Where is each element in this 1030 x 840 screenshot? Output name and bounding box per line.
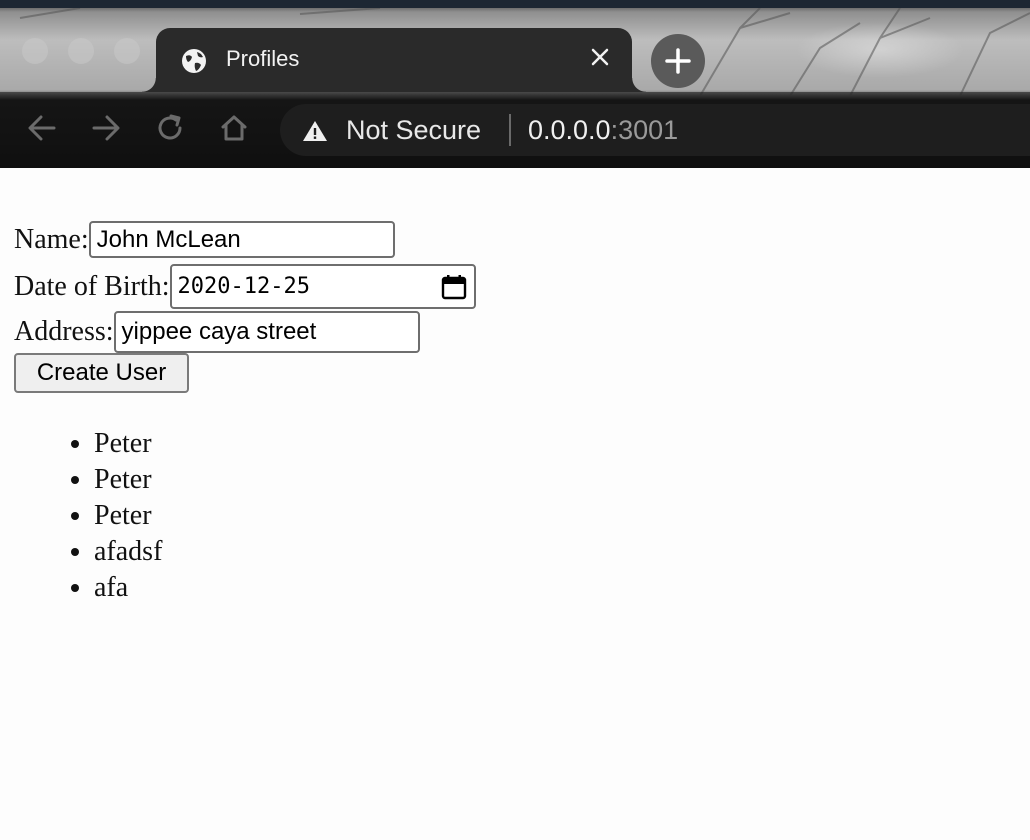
globe-icon: [182, 49, 206, 73]
close-window-dot[interactable]: [22, 38, 48, 64]
user-list: Peter Peter Peter afadsf afa: [0, 426, 162, 606]
address-row: Address: yippee caya street: [14, 311, 420, 353]
menu-bar-strip: [0, 0, 1030, 8]
plus-icon: [665, 48, 691, 74]
dob-input-value: 2020-12-25: [177, 274, 310, 299]
browser-toolbar: Not Secure 0.0.0.0:3001: [0, 92, 1030, 168]
name-input[interactable]: John McLean: [88, 221, 395, 258]
address-divider: [509, 114, 511, 146]
url-port: :3001: [610, 115, 679, 145]
new-tab-button[interactable]: [651, 34, 705, 88]
dob-input[interactable]: 2020-12-25: [169, 264, 476, 309]
user-list-item: afa: [94, 570, 162, 606]
active-tab[interactable]: Profiles: [142, 28, 646, 92]
window-controls: [22, 38, 140, 64]
address-input-value: yippee caya street: [121, 318, 317, 345]
name-row: Name: John McLean: [14, 221, 395, 258]
close-tab-icon[interactable]: [588, 45, 612, 69]
home-icon[interactable]: [216, 110, 252, 146]
user-list-item: Peter: [94, 426, 162, 462]
security-status-label[interactable]: Not Secure: [346, 115, 481, 146]
user-list-item: Peter: [94, 462, 162, 498]
name-label: Name:: [14, 223, 89, 255]
dob-label: Date of Birth:: [14, 270, 170, 302]
tab-title: Profiles: [226, 46, 300, 71]
dob-row: Date of Birth: 2020-12-25: [14, 264, 476, 309]
calendar-icon[interactable]: [440, 273, 468, 301]
user-list-item: Peter: [94, 498, 162, 534]
url-host: 0.0.0.0: [528, 115, 611, 145]
back-arrow-icon[interactable]: [24, 110, 60, 146]
name-input-value: John McLean: [96, 225, 241, 253]
page-content: Name: John McLean Date of Birth: 2020-12…: [0, 168, 1030, 840]
user-list-item: afadsf: [94, 534, 162, 570]
warning-triangle-icon[interactable]: [302, 119, 328, 143]
browser-chrome: Profiles Not Secure 0.0.0.0:3001: [0, 0, 1030, 168]
url-text[interactable]: 0.0.0.0:3001: [528, 115, 678, 146]
create-user-button[interactable]: Create User: [14, 353, 189, 393]
zoom-window-dot[interactable]: [114, 38, 140, 64]
address-bar[interactable]: Not Secure 0.0.0.0:3001: [280, 104, 1030, 156]
address-label: Address:: [14, 316, 114, 347]
minimize-window-dot[interactable]: [68, 38, 94, 64]
forward-arrow-icon[interactable]: [88, 110, 124, 146]
address-input[interactable]: yippee caya street: [113, 311, 420, 353]
reload-icon[interactable]: [152, 110, 188, 146]
